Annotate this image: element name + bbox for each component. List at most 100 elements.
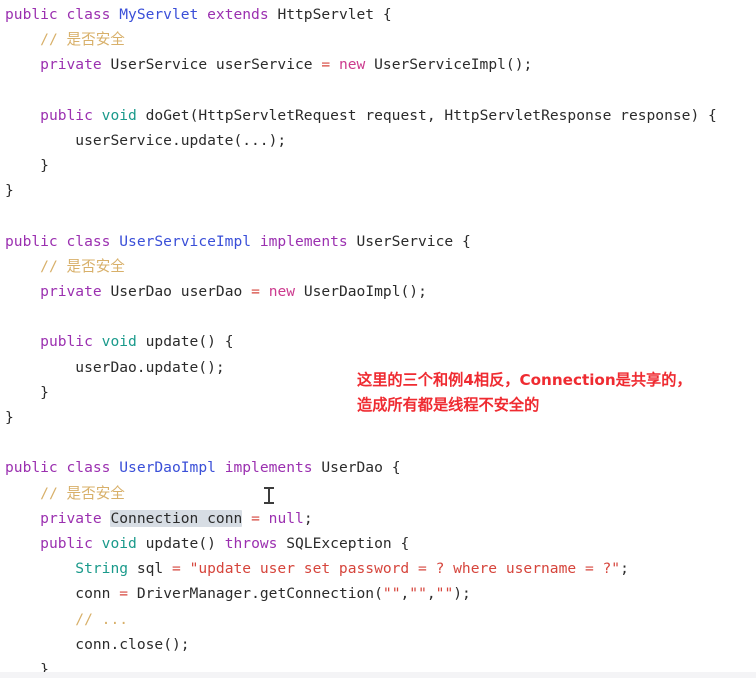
var-conn: conn <box>75 635 111 653</box>
code-line-21[interactable]: private Connection conn = null; <box>5 506 756 531</box>
keyword-throws: throws <box>224 534 278 552</box>
string-literal-sql: "update user set password = ? where user… <box>189 560 621 578</box>
dot: . <box>110 635 120 653</box>
var-conn: conn <box>75 585 111 603</box>
code-line-10[interactable]: public class UserServiceImpl implements … <box>5 229 756 254</box>
type-userdao: UserDao <box>321 459 383 477</box>
operator-assign: = <box>251 509 260 527</box>
paren-close-semicolon: ); <box>453 585 471 603</box>
keyword-class: class <box>66 232 111 250</box>
method-update: update <box>145 333 199 351</box>
code-line-26[interactable]: conn.close(); <box>5 632 756 657</box>
type-httpservletresponse: HttpServletResponse <box>444 106 612 124</box>
keyword-class: class <box>66 459 111 477</box>
operator-assign: = <box>321 56 331 74</box>
code-line-27[interactable]: } <box>5 657 756 682</box>
keyword-public: public <box>5 232 58 250</box>
keyword-void: void <box>101 106 137 124</box>
method-doget: doGet <box>145 106 190 124</box>
semicolon: ; <box>303 509 313 527</box>
code-line-8[interactable]: } <box>5 178 756 203</box>
brace-open: { <box>400 534 410 552</box>
method-getconnection: getConnection <box>259 585 375 603</box>
keyword-public: public <box>40 106 93 124</box>
comma: , <box>400 585 410 603</box>
param-request: request <box>365 106 427 124</box>
brace-close: } <box>5 409 14 426</box>
keyword-public: public <box>5 6 58 23</box>
call-userdao-update: userDao.update(); <box>75 358 225 376</box>
code-editor-canvas[interactable]: public class MyServlet extends HttpServl… <box>0 0 756 678</box>
method-update: update <box>145 534 199 552</box>
keyword-private: private <box>40 283 102 301</box>
keyword-class: class <box>66 6 111 23</box>
parens-brace-open: () { <box>198 333 234 351</box>
class-name-userserviceimpl: UserServiceImpl <box>119 232 252 250</box>
code-line-3[interactable]: private UserService userService = new Us… <box>5 52 756 77</box>
type-userservice: UserService <box>110 56 208 74</box>
code-line-7[interactable]: } <box>5 153 756 178</box>
class-name-userdaoimpl: UserDaoImpl <box>119 459 216 477</box>
semicolon: ; <box>620 560 629 578</box>
keyword-private: private <box>40 509 102 527</box>
code-line-11[interactable]: // 是否安全 <box>5 254 756 279</box>
type-httpservlet: HttpServlet <box>277 6 375 23</box>
ibeam-cap-bottom <box>264 502 274 504</box>
ibeam-stem <box>268 488 270 503</box>
bottom-edge-strip <box>0 672 756 678</box>
comma: , <box>426 585 436 603</box>
type-userdao: UserDao <box>110 283 172 301</box>
class-drivermanager: DriverManager <box>136 585 252 603</box>
comment-ellipsis: // ... <box>75 610 129 628</box>
code-line-5[interactable]: public void doGet(HttpServletRequest req… <box>5 103 756 128</box>
keyword-public: public <box>40 333 93 351</box>
operator-assign: = <box>171 560 181 578</box>
string-literal-empty-2: "" <box>409 585 427 603</box>
code-line-14[interactable]: public void update() { <box>5 329 756 354</box>
code-line-18[interactable] <box>5 430 756 455</box>
code-line-19[interactable]: public class UserDaoImpl implements User… <box>5 455 756 480</box>
code-line-13[interactable] <box>5 304 756 329</box>
code-line-22[interactable]: public void update() throws SQLException… <box>5 531 756 556</box>
brace-close: } <box>5 182 14 200</box>
code-line-25[interactable]: // ... <box>5 607 756 632</box>
code-line-23[interactable]: String sql = "update user set password =… <box>5 556 756 581</box>
code-line-2[interactable]: // 是否安全 <box>5 27 756 52</box>
keyword-implements: implements <box>259 232 348 250</box>
red-annotation-note: 这里的三个和例4相反，Connection是共享的， 造成所有都是线程不安全的 <box>357 371 692 414</box>
keyword-void: void <box>101 534 137 552</box>
type-sqlexception: SQLException <box>286 534 392 552</box>
code-line-1[interactable]: public class MyServlet extends HttpServl… <box>5 2 756 27</box>
keyword-public: public <box>5 459 58 477</box>
type-httpservletrequest: HttpServletRequest <box>198 106 357 124</box>
dot: . <box>251 585 260 603</box>
brace-close: } <box>40 383 49 401</box>
code-line-24[interactable]: conn = DriverManager.getConnection("",""… <box>5 581 756 606</box>
call-userservice-update: userService.update(...); <box>75 131 287 149</box>
code-line-12[interactable]: private UserDao userDao = new UserDaoImp… <box>5 279 756 304</box>
code-line-4[interactable] <box>5 78 756 103</box>
code-line-9[interactable] <box>5 204 756 229</box>
paren-close-brace-open: ) { <box>690 106 717 124</box>
code-block[interactable]: public class MyServlet extends HttpServl… <box>5 2 756 682</box>
code-line-6[interactable]: userService.update(...); <box>5 128 756 153</box>
brace-open: { <box>382 6 392 23</box>
i-beam-text-cursor-icon <box>264 487 274 504</box>
selected-text-connection-conn[interactable]: Connection conn <box>110 509 243 527</box>
operator-assign: = <box>251 283 260 301</box>
method-close: close <box>119 635 164 653</box>
class-name-myservlet: MyServlet <box>119 6 199 23</box>
code-line-20[interactable]: // 是否安全 <box>5 481 756 506</box>
paren-open: ( <box>374 585 383 603</box>
brace-open: { <box>391 459 401 477</box>
var-sql: sql <box>136 560 164 578</box>
keyword-null: null <box>268 509 304 527</box>
call-parens-semicolon: (); <box>400 283 427 301</box>
type-userservice: UserService <box>356 232 454 250</box>
parens-semicolon: (); <box>163 635 190 653</box>
brace-open: { <box>461 232 471 250</box>
keyword-void: void <box>101 333 137 351</box>
param-response: response <box>620 106 691 124</box>
operator-assign: = <box>119 585 129 603</box>
type-string: String <box>75 560 129 578</box>
